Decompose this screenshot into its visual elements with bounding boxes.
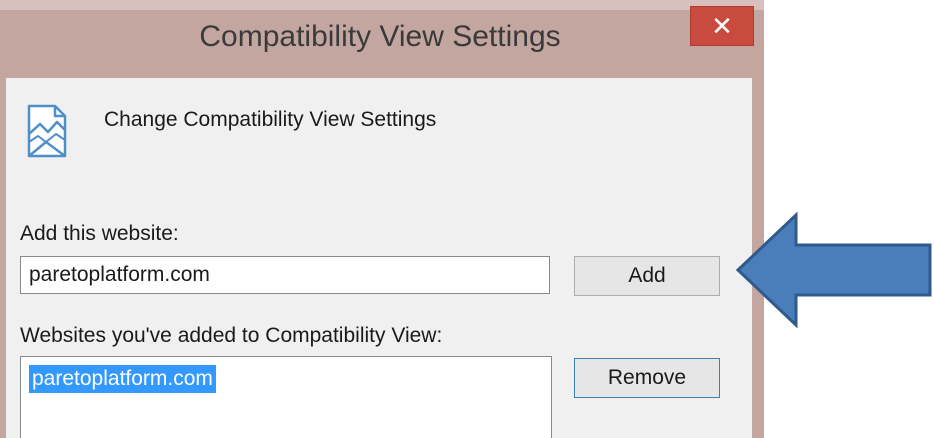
screenshot-stage: Compatibility View Settings ✕ Change Com… — [0, 0, 934, 438]
remove-button[interactable]: Remove — [574, 358, 720, 398]
add-website-label: Add this website: — [20, 222, 179, 245]
list-item[interactable]: paretoplatform.com — [29, 365, 216, 393]
close-icon: ✕ — [711, 11, 733, 41]
title-bar[interactable]: Compatibility View Settings ✕ — [0, 0, 764, 78]
window-title: Compatibility View Settings — [199, 20, 561, 53]
added-websites-label: Websites you've added to Compatibility V… — [20, 324, 443, 347]
compatibility-view-settings-dialog: Compatibility View Settings ✕ Change Com… — [0, 0, 764, 438]
add-button[interactable]: Add — [574, 256, 720, 296]
compatibility-view-icon — [27, 104, 67, 158]
dialog-heading: Change Compatibility View Settings — [104, 108, 437, 131]
close-button[interactable]: ✕ — [690, 6, 754, 46]
add-website-input[interactable] — [20, 256, 550, 294]
title-bar-top-strip — [0, 0, 764, 10]
added-websites-list[interactable]: paretoplatform.com — [20, 356, 552, 438]
left-arrow-icon — [735, 212, 932, 328]
